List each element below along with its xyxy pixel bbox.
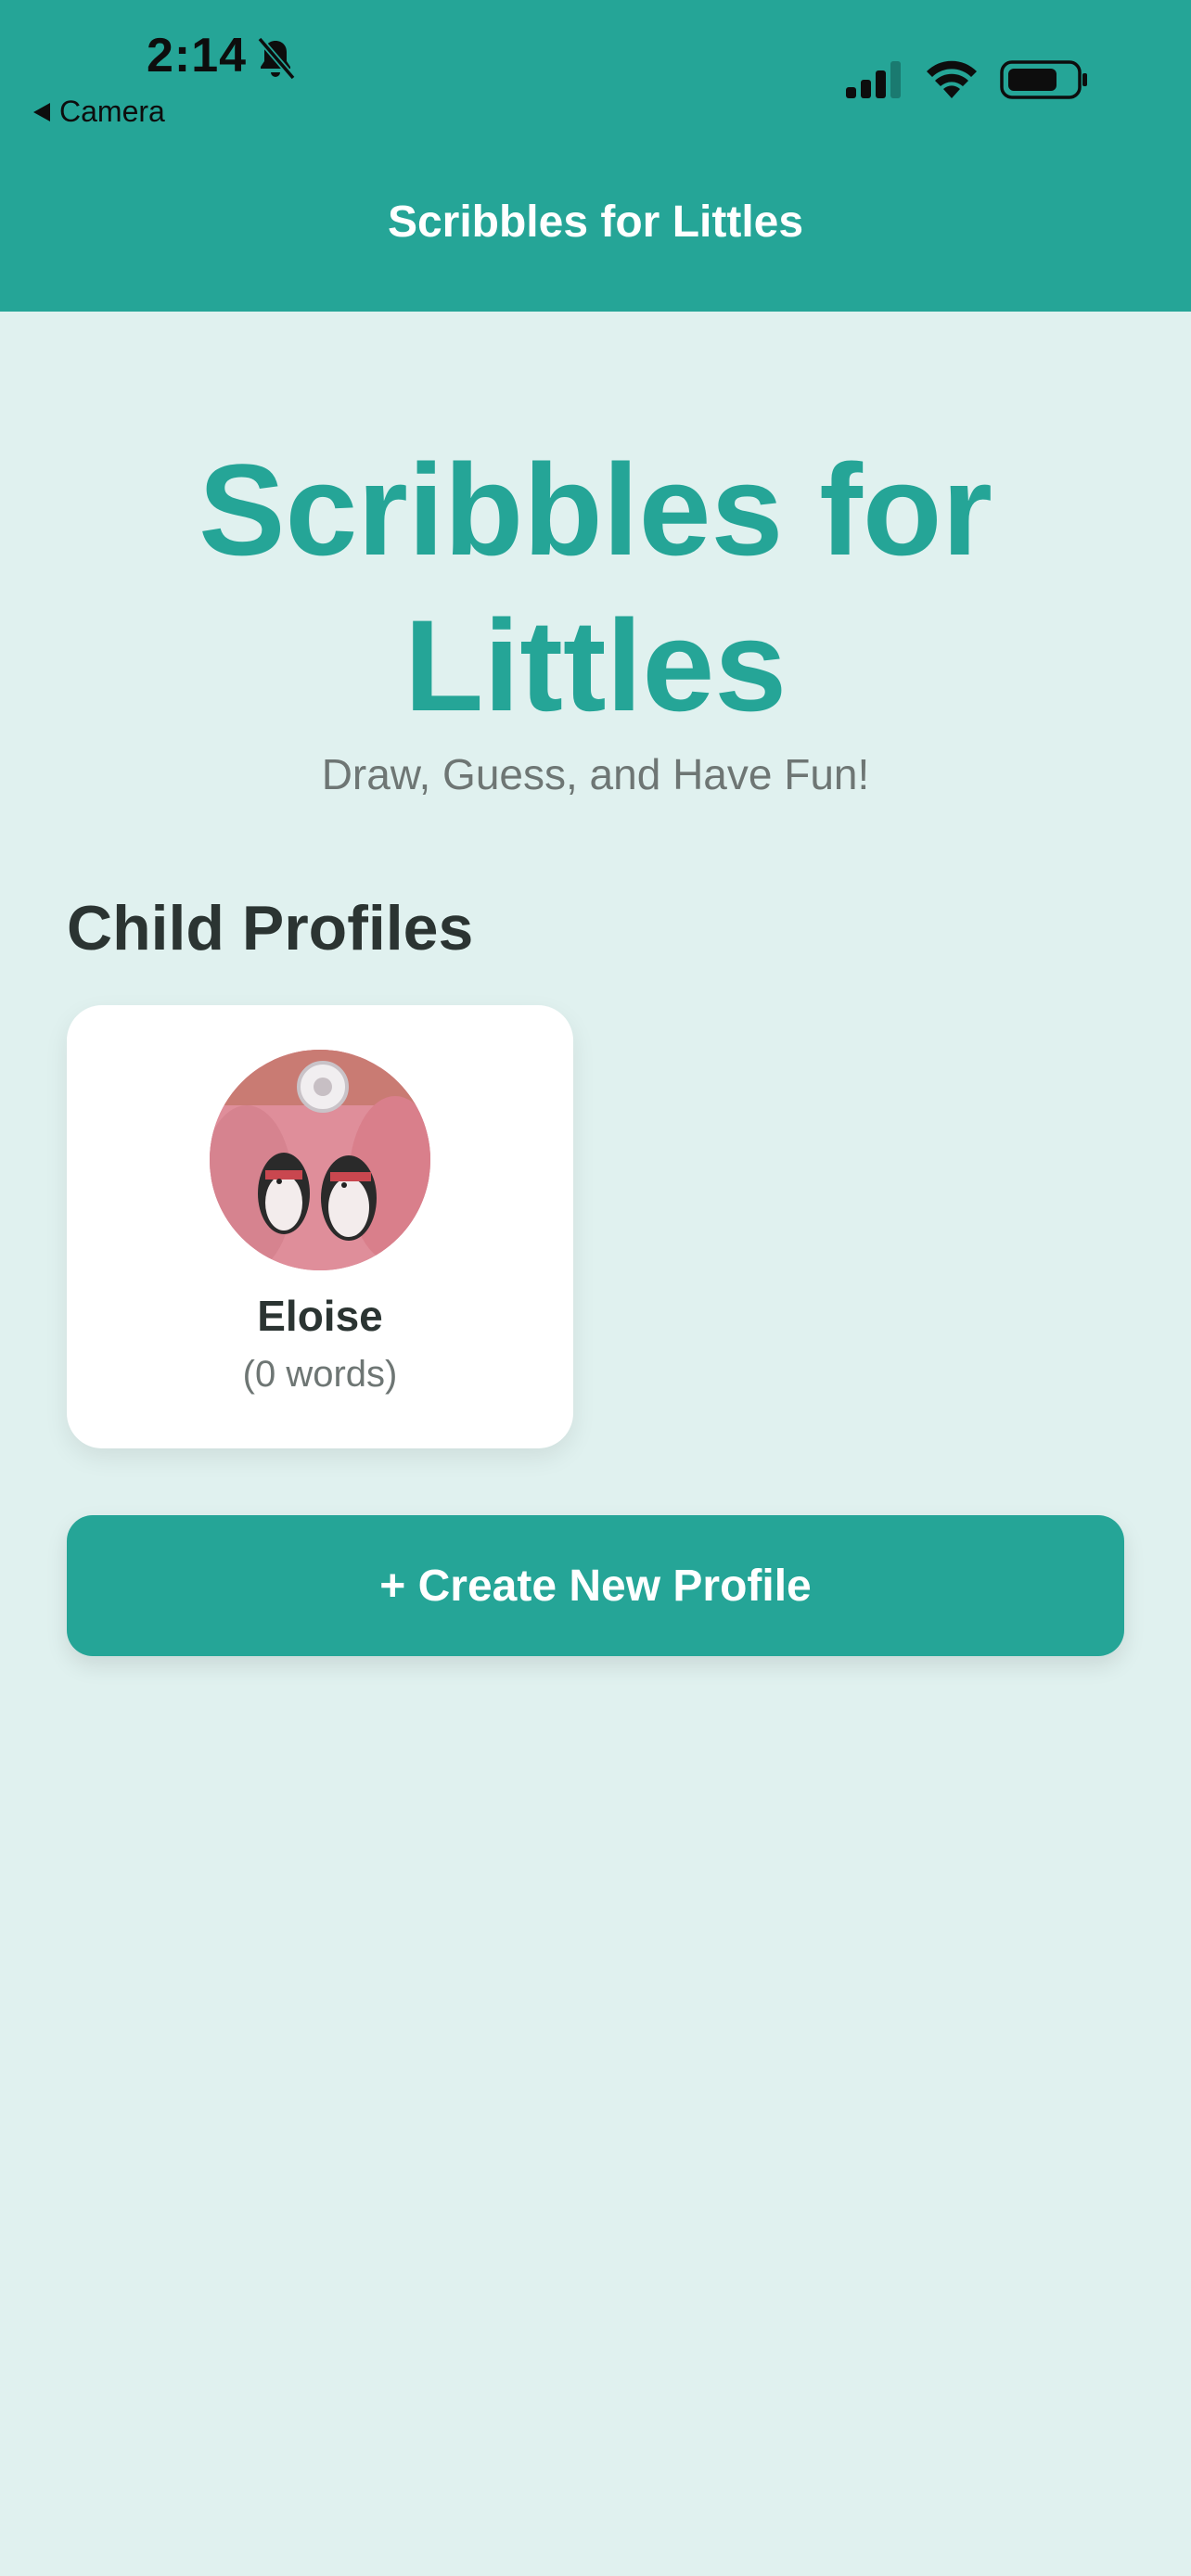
- hero-subtitle: Draw, Guess, and Have Fun!: [321, 750, 870, 798]
- battery-icon: [1000, 60, 1087, 99]
- bell-slash-icon: [257, 36, 296, 81]
- status-time: 2:14: [147, 29, 248, 83]
- nav-title: Scribbles for Littles: [387, 198, 804, 247]
- back-to-camera-link[interactable]: Camera: [33, 95, 165, 129]
- hero-title-line-2: Littles: [403, 593, 788, 738]
- create-new-profile-button[interactable]: + Create New Profile: [67, 1515, 1124, 1656]
- hero-title-line-1: Scribbles for: [198, 437, 992, 582]
- back-label: Camera: [59, 95, 165, 128]
- hero-title: Scribbles for Littles: [0, 432, 1191, 744]
- app-header: 2:14 Camera Scribbles for Littles: [0, 0, 1191, 312]
- profile-name: Eloise: [257, 1292, 383, 1340]
- back-arrow-icon: [33, 102, 50, 121]
- cellular-signal-icon: [846, 61, 901, 98]
- avatar: [210, 1050, 430, 1270]
- profile-word-count: (0 words): [242, 1354, 398, 1395]
- child-profiles-heading: Child Profiles: [67, 893, 474, 963]
- avatar-photo: [210, 1050, 430, 1270]
- profile-card-eloise[interactable]: Eloise (0 words): [67, 1005, 573, 1448]
- wifi-icon: [927, 60, 977, 98]
